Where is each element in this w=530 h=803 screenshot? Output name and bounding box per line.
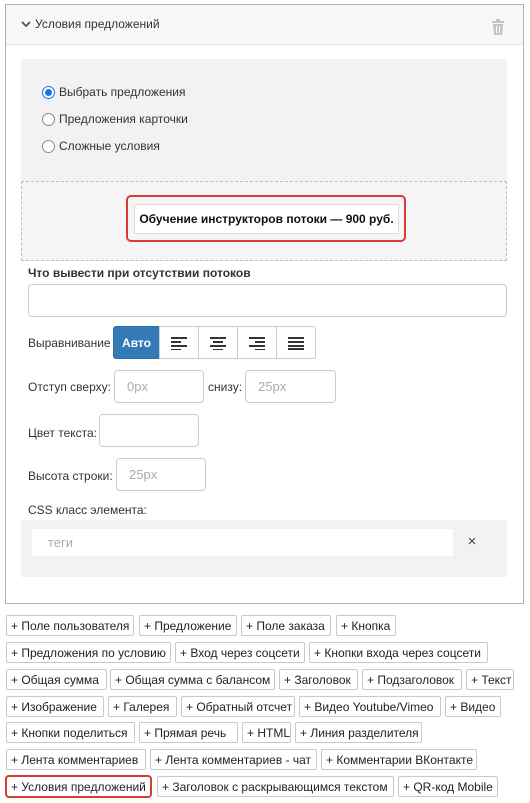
radio-card-offers[interactable]: Предложения карточки	[42, 112, 188, 126]
align-center-icon	[210, 336, 226, 350]
palette-qr-code[interactable]: + QR-код Mobile	[398, 776, 498, 797]
radio-label: Выбрать предложения	[59, 85, 186, 99]
radio-button[interactable]	[42, 139, 55, 153]
palette-offer[interactable]: + Предложение	[139, 615, 237, 636]
align-left-button[interactable]	[159, 326, 199, 359]
palette-button[interactable]: + Кнопка	[336, 615, 396, 636]
palette-social-login-buttons[interactable]: + Кнопки входа через соцсети	[309, 642, 488, 663]
palette-html[interactable]: + HTML	[242, 722, 291, 743]
palette-social-login[interactable]: + Вход через соцсети	[175, 642, 305, 663]
palette-comments-chat[interactable]: + Лента комментариев - чат	[150, 749, 317, 770]
line-height-label: Высота строки:	[28, 469, 113, 483]
no-streams-input[interactable]	[28, 284, 507, 317]
chip-highlight: Обучение инструкторов потоки — 900 руб.	[126, 195, 406, 242]
margin-bottom-label: снизу:	[208, 380, 243, 394]
no-streams-label: Что вывести при отсутствии потоков	[28, 266, 251, 280]
radio-button[interactable]	[42, 112, 55, 126]
alignment-label: Выравнивание	[28, 336, 111, 350]
palette-user-field[interactable]: + Поле пользователя	[6, 615, 134, 636]
palette-quote[interactable]: + Прямая речь	[139, 722, 238, 743]
palette-subheading[interactable]: + Подзаголовок	[362, 669, 462, 690]
text-color-input[interactable]	[99, 414, 199, 447]
chevron-down-icon	[21, 21, 31, 28]
palette-video[interactable]: + Видео	[445, 696, 501, 717]
align-center-button[interactable]	[198, 326, 238, 359]
css-class-label: CSS класс элемента:	[28, 503, 147, 517]
alignment-group: Авто	[113, 326, 316, 359]
radio-button-checked[interactable]	[42, 85, 55, 99]
palette-total-sum-balance[interactable]: + Общая сумма с балансом	[110, 669, 275, 690]
line-height-input[interactable]: 25px	[116, 458, 206, 491]
palette-total-sum[interactable]: + Общая сумма	[6, 669, 107, 690]
align-left-icon	[171, 336, 187, 350]
palette-share-buttons[interactable]: + Кнопки поделиться	[6, 722, 135, 743]
palette-countdown[interactable]: + Обратный отсчет	[181, 696, 295, 717]
radio-select-offers[interactable]: Выбрать предложения	[42, 85, 185, 99]
palette-offer-conditions[interactable]: + Условия предложений	[5, 775, 152, 798]
css-class-tags: теги ×	[21, 520, 507, 577]
palette-text[interactable]: + Текст	[466, 669, 514, 690]
panel-title-text: Условия предложений	[35, 17, 160, 31]
align-auto-button[interactable]: Авто	[113, 326, 160, 359]
palette-comments-feed[interactable]: + Лента комментариев	[6, 749, 146, 770]
palette-order-field[interactable]: + Поле заказа	[241, 615, 331, 636]
align-right-icon	[249, 336, 265, 350]
palette-gallery[interactable]: + Галерея	[108, 696, 177, 717]
panel-header[interactable]: Условия предложений	[6, 5, 523, 45]
text-color-label: Цвет текста:	[28, 426, 98, 440]
clear-icon[interactable]: ×	[464, 534, 480, 550]
radio-label: Предложения карточки	[59, 112, 188, 126]
margin-bottom-input[interactable]: 25px	[245, 370, 336, 403]
align-right-button[interactable]	[237, 326, 277, 359]
palette-offers-by-condition[interactable]: + Предложения по условию	[6, 642, 171, 663]
align-justify-icon	[288, 336, 304, 350]
tags-input[interactable]: теги	[32, 529, 453, 556]
condition-options: Выбрать предложения Предложения карточки…	[21, 59, 507, 181]
margin-top-input[interactable]: 0px	[114, 370, 204, 403]
selected-offers-zone[interactable]: Обучение инструкторов потоки — 900 руб.	[21, 181, 507, 261]
palette-collapsible-heading[interactable]: + Заголовок с раскрывающимся текстом	[157, 776, 394, 797]
margin-top-label: Отступ сверху:	[28, 380, 111, 394]
palette-image[interactable]: + Изображение	[6, 696, 104, 717]
radio-complex-conditions[interactable]: Сложные условия	[42, 139, 160, 153]
panel-title[interactable]: Условия предложений	[20, 17, 160, 31]
palette-heading[interactable]: + Заголовок	[279, 669, 358, 690]
palette-vk-comments[interactable]: + Комментарии ВКонтакте	[321, 749, 477, 770]
palette-video-youtube[interactable]: + Видео Youtube/Vimeo	[299, 696, 441, 717]
palette-divider[interactable]: + Линия разделителя	[295, 722, 422, 743]
align-justify-button[interactable]	[276, 326, 316, 359]
trash-icon[interactable]	[491, 19, 505, 35]
radio-label: Сложные условия	[59, 139, 160, 153]
offer-chip[interactable]: Обучение инструкторов потоки — 900 руб.	[134, 204, 399, 234]
